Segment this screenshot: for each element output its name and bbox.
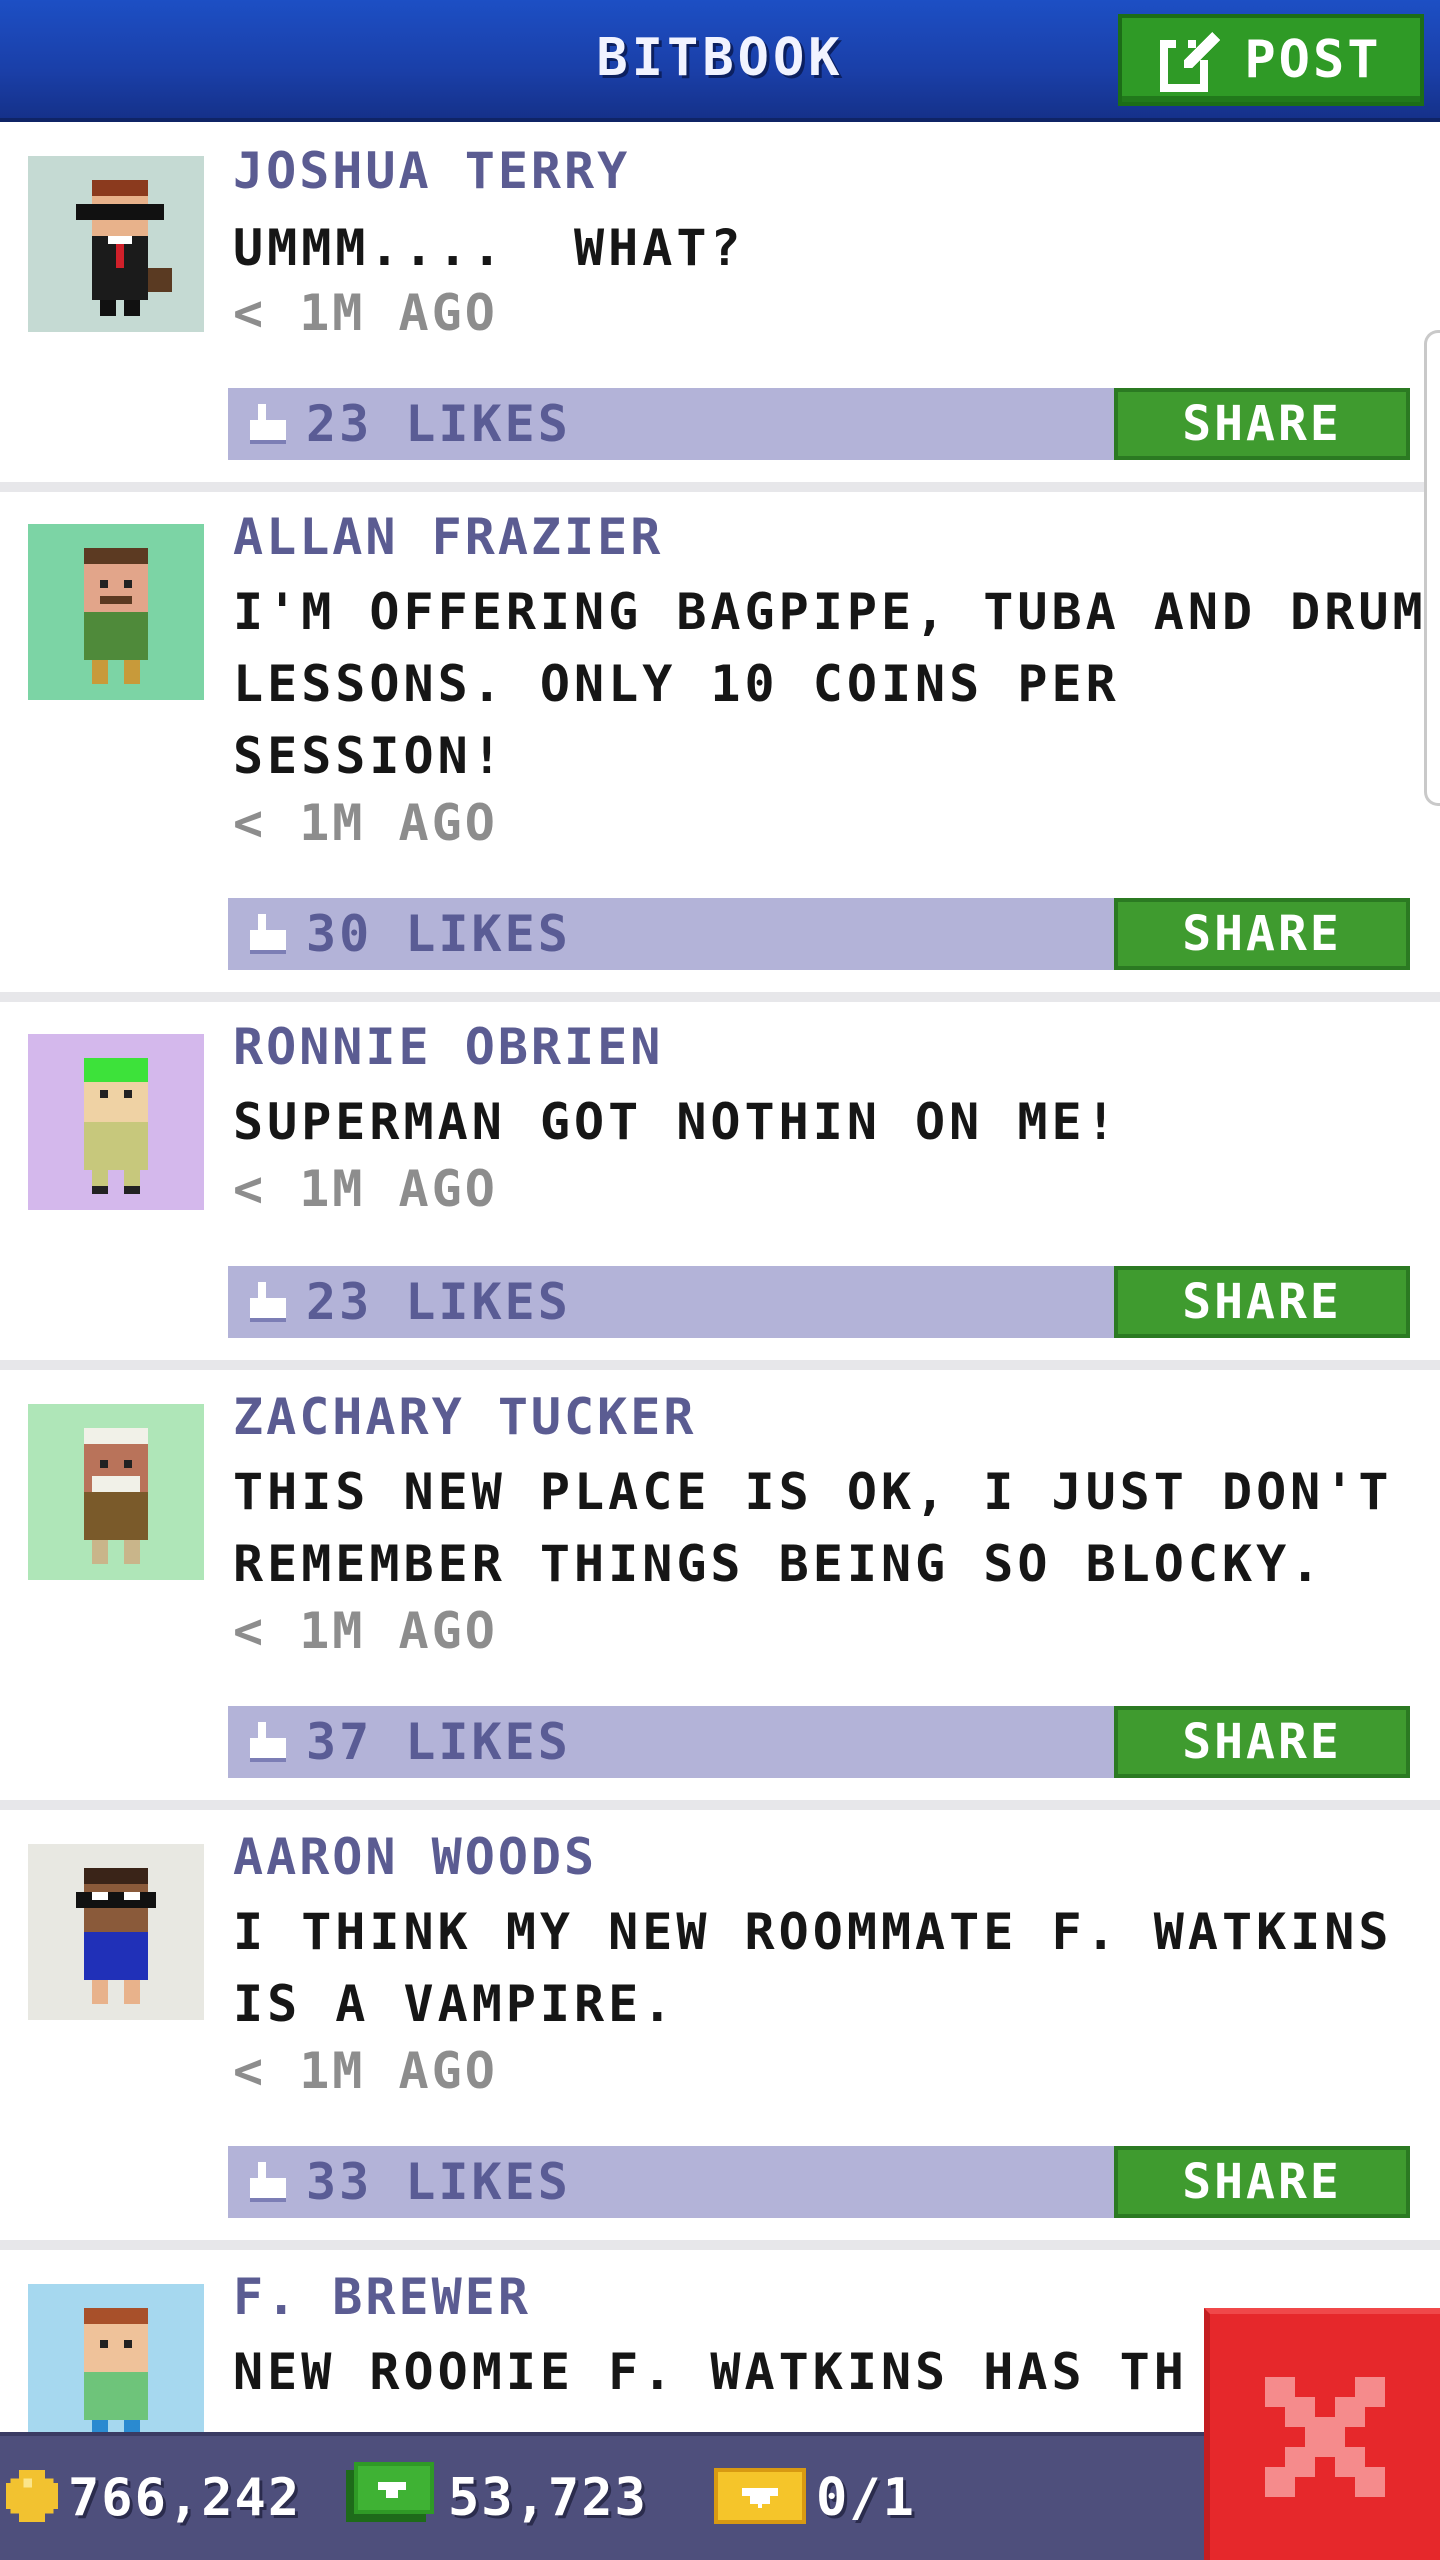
post-item: JOSHUA TERRY UMMM.... WHAT? < 1M AGO 23 … <box>0 122 1440 492</box>
post-timestamp: < 1M AGO <box>233 1160 498 1218</box>
bux-stat: 53,723 <box>346 2436 648 2560</box>
post-author[interactable]: ZACHARY TUCKER <box>233 1388 696 1446</box>
post-item: ZACHARY TUCKER THIS NEW PLACE IS OK, I J… <box>0 1370 1440 1810</box>
divider <box>0 482 1440 492</box>
like-count: 30 LIKES <box>306 905 571 963</box>
post-message: I THINK MY NEW ROOMMATE F. WATKINS IS A … <box>233 1903 1393 2033</box>
thumbs-up-icon <box>250 1722 290 1762</box>
like-button[interactable]: 33 LIKES <box>228 2146 571 2218</box>
post-feed[interactable]: JOSHUA TERRY UMMM.... WHAT? < 1M AGO 23 … <box>0 122 1440 2432</box>
thumbs-up-icon <box>250 404 290 444</box>
post-message: UMMM.... WHAT? <box>233 219 745 277</box>
post-timestamp: < 1M AGO <box>233 2042 498 2100</box>
thumbs-up-icon <box>250 1282 290 1322</box>
divider <box>0 992 1440 1002</box>
post-item: AARON WOODS I THINK MY NEW ROOMMATE F. W… <box>0 1810 1440 2250</box>
like-count: 23 LIKES <box>306 395 571 453</box>
avatar[interactable] <box>28 1404 204 1580</box>
post-actions-bar: 37 LIKES SHARE <box>228 1706 1410 1778</box>
like-count: 23 LIKES <box>306 1273 571 1331</box>
divider <box>0 2240 1440 2250</box>
share-button[interactable]: SHARE <box>1114 1706 1410 1778</box>
share-button[interactable]: SHARE <box>1114 898 1410 970</box>
close-icon <box>1265 2377 1385 2497</box>
post-message: SUPERMAN GOT NOTHIN ON ME! <box>233 1093 1120 1151</box>
close-button[interactable] <box>1204 2308 1440 2560</box>
avatar[interactable] <box>28 524 204 700</box>
like-count: 33 LIKES <box>306 2153 571 2211</box>
post-actions-bar: 33 LIKES SHARE <box>228 2146 1410 2218</box>
like-button[interactable]: 23 LIKES <box>228 1266 571 1338</box>
thumbs-up-icon <box>250 914 290 954</box>
post-button[interactable]: POST <box>1118 14 1424 106</box>
bux-icon <box>346 2462 438 2534</box>
divider <box>0 1800 1440 1810</box>
post-timestamp: < 1M AGO <box>233 794 498 852</box>
post-timestamp: < 1M AGO <box>233 284 498 342</box>
avatar[interactable] <box>28 2284 204 2432</box>
thumbs-up-icon <box>250 2162 290 2202</box>
share-button[interactable]: SHARE <box>1114 388 1410 460</box>
divider <box>0 1360 1440 1370</box>
share-button[interactable]: SHARE <box>1114 1266 1410 1338</box>
like-count: 37 LIKES <box>306 1713 571 1771</box>
post-author[interactable]: ALLAN FRAZIER <box>233 508 663 566</box>
ticket-icon <box>714 2468 806 2528</box>
header-bar: BITBOOK POST <box>0 0 1440 122</box>
like-button[interactable]: 23 LIKES <box>228 388 571 460</box>
post-label: POST <box>1244 30 1382 90</box>
like-button[interactable]: 37 LIKES <box>228 1706 571 1778</box>
scroll-indicator[interactable] <box>1424 330 1440 806</box>
post-item: RONNIE OBRIEN SUPERMAN GOT NOTHIN ON ME!… <box>0 1002 1440 1370</box>
tickets-value: 0/1 <box>816 2468 916 2528</box>
post-author[interactable]: RONNIE OBRIEN <box>233 1018 663 1076</box>
bitbook-screen: BITBOOK POST JOSHUA TERRY UMMM.... WHAT?… <box>0 0 1440 2560</box>
post-author[interactable]: F. BREWER <box>233 2268 531 2326</box>
post-actions-bar: 23 LIKES SHARE <box>228 1266 1410 1338</box>
post-author[interactable]: JOSHUA TERRY <box>233 142 630 200</box>
coin-icon <box>6 2470 58 2526</box>
like-button[interactable]: 30 LIKES <box>228 898 571 970</box>
coins-value: 766,242 <box>68 2468 302 2528</box>
post-timestamp: < 1M AGO <box>233 1602 498 1660</box>
post-message: I'M OFFERING BAGPIPE, TUBA AND DRUM LESS… <box>233 583 1427 785</box>
avatar[interactable] <box>28 1034 204 1210</box>
share-button[interactable]: SHARE <box>1114 2146 1410 2218</box>
post-actions-bar: 30 LIKES SHARE <box>228 898 1410 970</box>
bux-value: 53,723 <box>448 2468 648 2528</box>
coins-stat: 766,242 <box>6 2436 301 2560</box>
post-actions-bar: 23 LIKES SHARE <box>228 388 1410 460</box>
edit-icon <box>1160 28 1225 92</box>
tickets-stat: 0/1 <box>714 2436 916 2560</box>
avatar[interactable] <box>28 1844 204 2020</box>
avatar[interactable] <box>28 156 204 332</box>
post-item: ALLAN FRAZIER I'M OFFERING BAGPIPE, TUBA… <box>0 492 1440 1002</box>
post-author[interactable]: AARON WOODS <box>233 1828 597 1886</box>
post-message: THIS NEW PLACE IS OK, I JUST DON'T REMEM… <box>233 1463 1393 1593</box>
